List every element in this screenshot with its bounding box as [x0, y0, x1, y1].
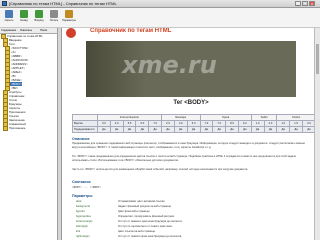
app-icon [2, 1, 7, 6]
minimize-button[interactable]: _ [295, 1, 301, 6]
param-name[interactable]: alink [76, 200, 82, 203]
hide-label: Скрыть [4, 19, 14, 22]
options-button[interactable]: Параметры [62, 9, 76, 27]
table-cell: Да [173, 126, 188, 133]
param-desc: Отступ от нижнего края окна браузера до … [118, 220, 183, 223]
description-para-1: Предназначен для хранения содержимого ве… [72, 142, 305, 149]
page-title: Тег <BODY> [173, 100, 209, 106]
tab-index[interactable]: Указатель [20, 29, 32, 32]
row-label: Поддерживается [72, 126, 98, 133]
param-name[interactable]: bgcolor [76, 210, 85, 213]
table-cell: Да [276, 126, 291, 133]
back-label: Назад [20, 19, 28, 22]
table-cell: Да [212, 126, 227, 133]
options-icon [65, 10, 73, 18]
maximize-button[interactable]: □ [302, 1, 308, 6]
param-name[interactable]: bottommargin [76, 220, 92, 223]
banner-watermark: xme.ru [122, 51, 217, 79]
forward-label: Вперёд [34, 19, 44, 22]
hide-icon [5, 10, 13, 18]
help-window: [Справочник по тегам HTML] - Справочник … [0, 0, 320, 240]
page-icon [3, 126, 8, 131]
header-title: Справочник по тегам HTML [90, 28, 172, 34]
param-name[interactable]: leftmargin [76, 225, 88, 228]
tab-contents[interactable]: Содержание [1, 29, 16, 32]
close-button[interactable]: x [309, 1, 315, 6]
table-cell: Да [97, 126, 111, 133]
param-name[interactable]: background [76, 205, 90, 208]
vertical-scrollbar[interactable] [314, 28, 320, 240]
param-desc: Определяет, прокручивать фоновый рисунок… [118, 215, 175, 218]
param-desc: Отступ от правого края окна браузера до … [118, 235, 183, 238]
options-label: Параметры [62, 19, 76, 22]
param-desc: Цвет фона веб-страницы. [118, 210, 151, 213]
table-cell: Да [225, 126, 239, 133]
table-cell: Да [289, 126, 303, 133]
table-cell: Да [186, 126, 201, 133]
section-syntax: Синтаксис [72, 180, 91, 184]
contents-tree: Содержание Указатель Поиск Справочник по… [0, 28, 58, 240]
syntax-code: <BODY> ... </BODY> [72, 186, 102, 189]
tree-item-label: Приложение [9, 126, 26, 131]
table-cell: Да [135, 126, 150, 133]
table-cell: Да [109, 126, 124, 133]
print-label: Печать [49, 19, 59, 22]
table-cell: Да [161, 126, 175, 133]
browser-support-table: Internet Explorer Netscape Opera Safari … [72, 114, 316, 133]
logo-icon [66, 28, 76, 38]
description-para-3: Часто тег <BODY> используется для размещ… [72, 168, 249, 171]
section-description: Описание [72, 137, 90, 141]
param-desc: Устанавливает цвет активной ссылки. [118, 200, 166, 203]
table-row: Поддерживается Да Да Да Да Да Да Да Да Да Да Да Да Д… [72, 126, 316, 133]
toolbar: Скрыть Назад Вперёд Печать Параметры [0, 8, 320, 28]
table-cell: Да [250, 126, 265, 133]
forward-button[interactable]: Вперёд [32, 9, 46, 27]
window-title: [Справочник по тегам HTML] - Справочник … [9, 1, 117, 6]
tab-search[interactable]: Поиск [40, 29, 47, 32]
table-cell: Да [122, 126, 137, 133]
table-cell: Да [148, 126, 163, 133]
back-button[interactable]: Назад [17, 9, 31, 27]
param-desc: Задает фоновый рисунок на веб-странице. [118, 205, 172, 208]
param-name[interactable]: bgproperties [76, 215, 91, 218]
table-cell: Да [199, 126, 214, 133]
table-cell: Да [237, 126, 252, 133]
tree-item[interactable]: Приложение [3, 126, 26, 131]
print-button[interactable]: Печать [47, 9, 61, 27]
section-params: Параметры [72, 194, 93, 198]
scrollbar-thumb[interactable] [316, 44, 319, 74]
table-cell: Да [263, 126, 278, 133]
param-name[interactable]: link [76, 230, 80, 233]
banner-image: xme.ru [86, 41, 296, 97]
param-desc: Отступ по горизонтали от левого края окн… [118, 225, 173, 228]
description-para-2: Тег <BODY> также предназначен для опреде… [72, 155, 297, 162]
forward-arrow-icon [35, 10, 43, 18]
param-name[interactable]: rightmargin [76, 235, 89, 238]
content-pane: Справочник по тегам HTML xme.ru Тег <BOD… [62, 28, 320, 240]
page-header: Справочник по тегам HTML xme.ru [62, 28, 320, 108]
param-desc: Цвет ссылок на веб-странице. [118, 230, 156, 233]
printer-icon [50, 10, 58, 18]
back-arrow-icon [20, 10, 28, 18]
title-bar: [Справочник по тегам HTML] - Справочник … [0, 0, 320, 8]
hide-button[interactable]: Скрыть [2, 9, 16, 27]
